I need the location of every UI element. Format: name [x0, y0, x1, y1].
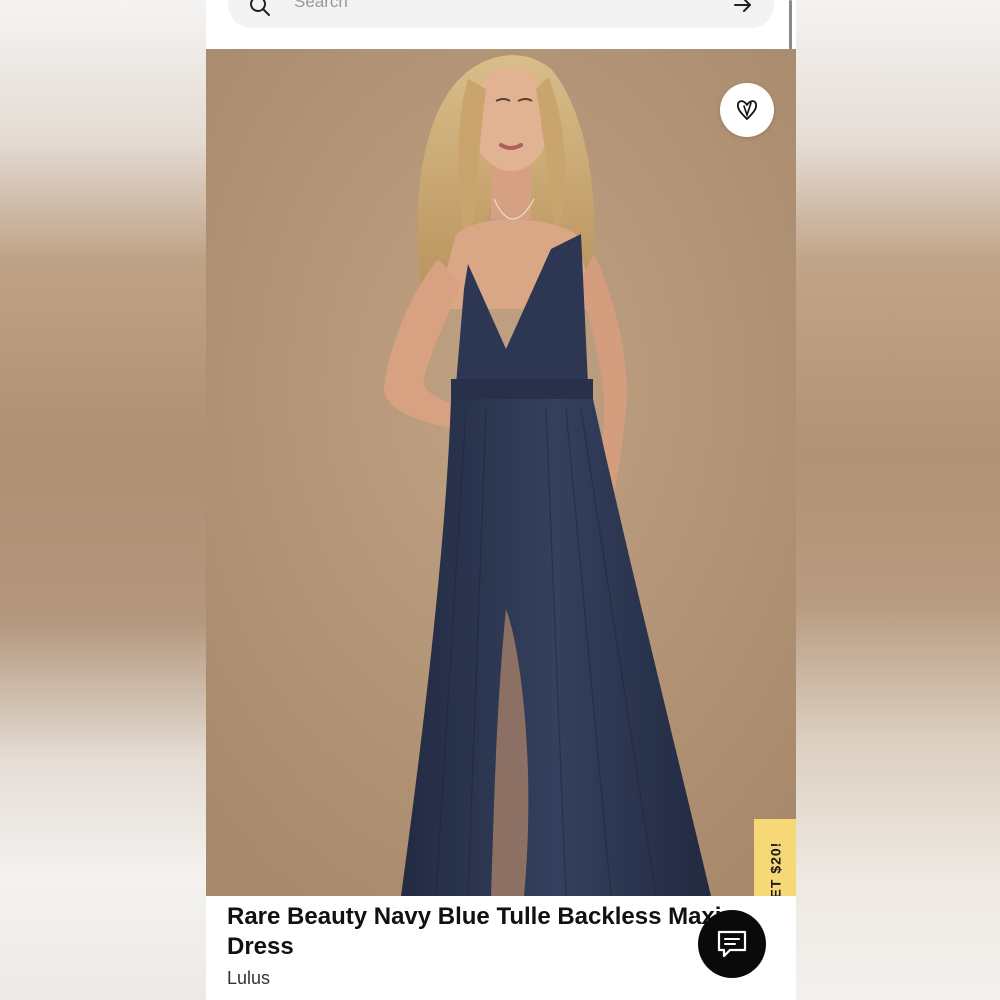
promo-label: GET $20!: [767, 841, 784, 896]
chat-bubble-icon: [717, 930, 747, 958]
search-icon: [250, 0, 270, 16]
search-bar[interactable]: Search: [228, 0, 774, 28]
app-screen: Search GET $20! Rare Beauty Navy Blue Tu…: [206, 0, 796, 1000]
product-brand[interactable]: Lulus: [227, 968, 270, 989]
heart-icon: [736, 100, 758, 120]
like-button[interactable]: [720, 83, 774, 137]
arrow-right-icon[interactable]: [732, 0, 754, 16]
product-image[interactable]: GET $20!: [206, 49, 796, 896]
product-title: Rare Beauty Navy Blue Tulle Backless Max…: [227, 903, 722, 960]
promo-tab[interactable]: GET $20!: [754, 819, 796, 896]
chat-button[interactable]: [698, 910, 766, 978]
search-input[interactable]: Search: [294, 0, 348, 12]
blurred-background-right: [796, 0, 1000, 1000]
scrollbar[interactable]: [789, 0, 792, 56]
model-photo: [206, 49, 796, 896]
blurred-background-left: [0, 0, 206, 1000]
